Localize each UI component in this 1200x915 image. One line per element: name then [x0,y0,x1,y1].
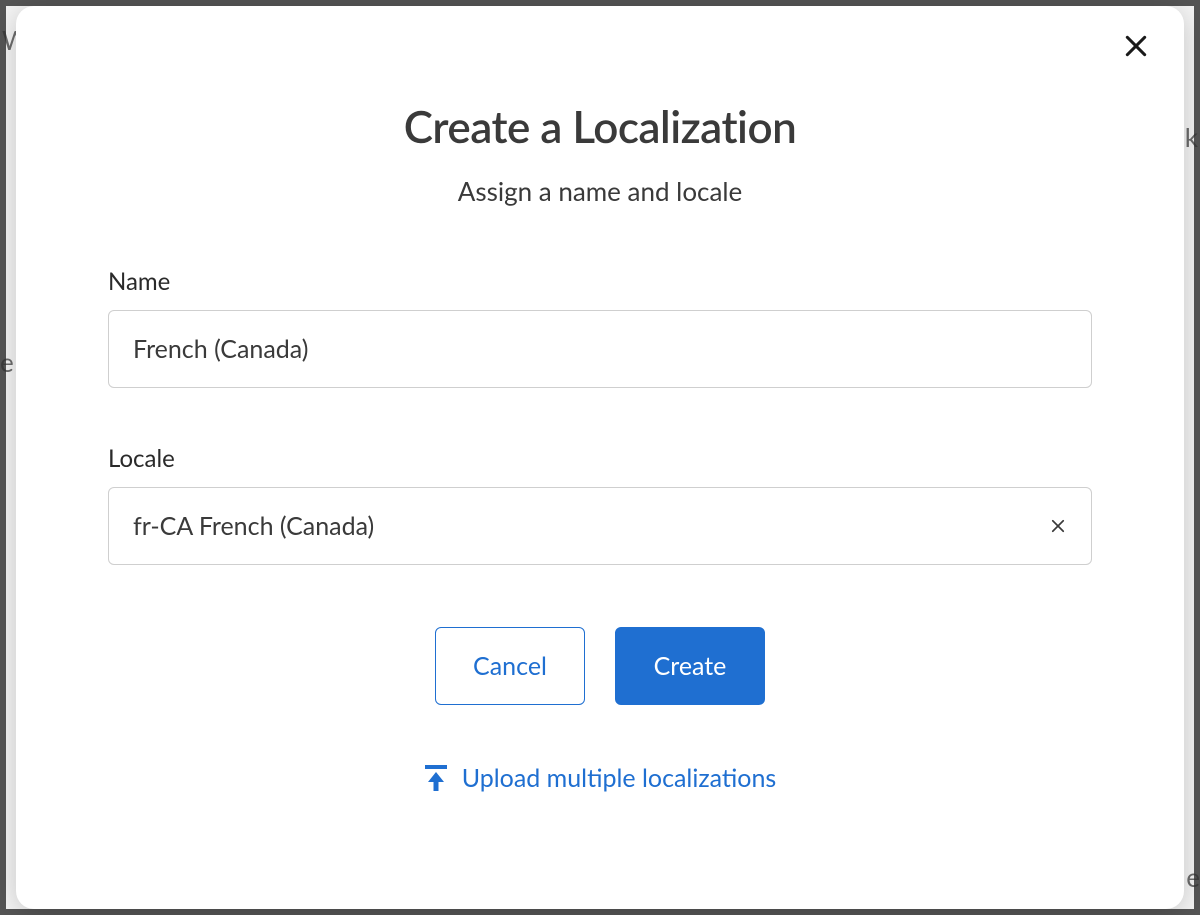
modal-header: Create a Localization Assign a name and … [108,101,1092,207]
button-row: Cancel Create [108,627,1092,705]
upload-icon [424,765,448,791]
locale-label: Locale [108,444,1092,473]
clear-icon [1049,517,1067,535]
create-localization-modal: Create a Localization Assign a name and … [16,6,1184,909]
locale-clear-button[interactable] [1046,514,1070,538]
locale-select[interactable]: fr-CA French (Canada) [108,487,1092,565]
locale-field-group: Locale fr-CA French (Canada) [108,444,1092,565]
name-label: Name [108,267,1092,296]
upload-multiple-link[interactable]: Upload multiple localizations [108,763,1092,793]
create-button[interactable]: Create [615,627,765,705]
upload-link-text: Upload multiple localizations [462,763,777,793]
modal-subtitle: Assign a name and locale [108,175,1092,207]
modal-title: Create a Localization [108,101,1092,153]
cancel-button[interactable]: Cancel [435,627,585,705]
close-icon [1123,33,1149,59]
name-input[interactable] [108,310,1092,388]
name-field-group: Name [108,267,1092,388]
close-button[interactable] [1118,28,1154,64]
locale-selected-value: fr-CA French (Canada) [133,511,374,541]
